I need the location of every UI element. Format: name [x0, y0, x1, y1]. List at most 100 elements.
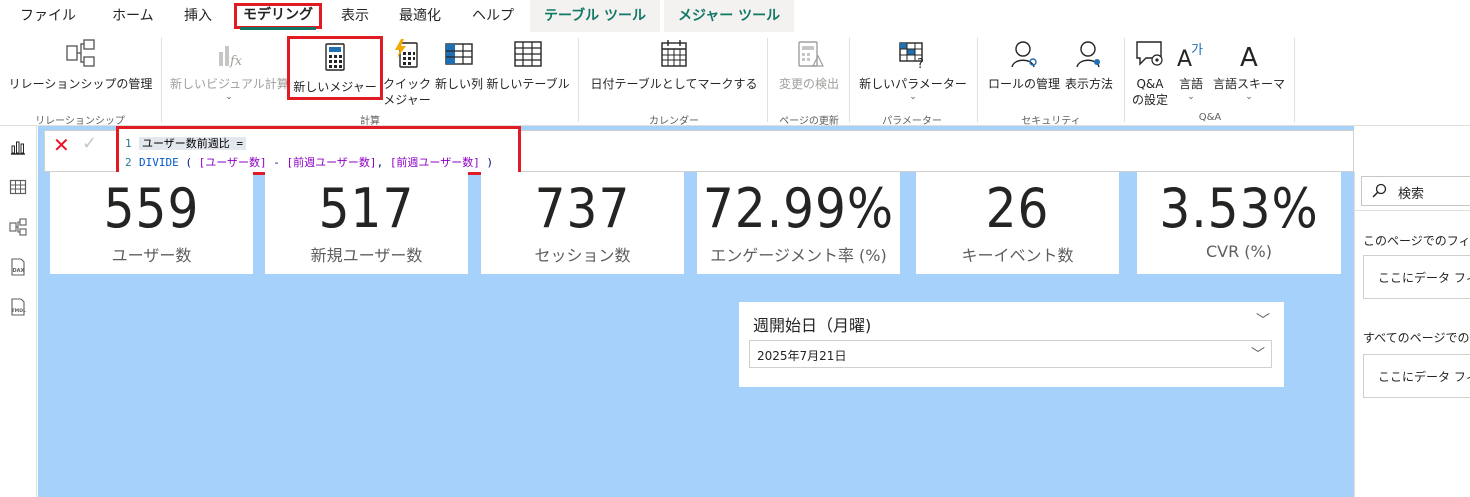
- tab-file[interactable]: ファイル: [20, 4, 76, 30]
- dax-query-view-icon[interactable]: DAX: [9, 258, 27, 276]
- quick-measure-icon: [395, 39, 418, 68]
- svg-text:A: A: [1240, 43, 1258, 70]
- new-parameter-label: 新しいパラメーター: [859, 77, 967, 91]
- new-column-icon: [445, 43, 473, 65]
- manage-roles-button[interactable]: ロールの管理: [986, 38, 1062, 92]
- new-visual-calc-button[interactable]: fx 新しいビジュアル計算 ⌄: [170, 38, 289, 102]
- code-line-1: 1 ユーザー数前週比 =: [125, 135, 247, 151]
- this-page-filters-header: このページでのフィ: [1363, 234, 1470, 248]
- chevron-down-icon: ⌄: [909, 92, 917, 102]
- chevron-down-icon: ⌄: [1245, 92, 1253, 102]
- ribbon-divider: [767, 38, 768, 122]
- search-icon: [1372, 183, 1387, 198]
- change-detection-button[interactable]: 変更の検出: [776, 38, 842, 92]
- week-start-slicer[interactable]: 週開始日（月曜) ﹀ 2025年7月21日 ﹀: [739, 302, 1284, 387]
- quick-measure-label-2: メジャー: [383, 93, 431, 107]
- kpi-card-cvr[interactable]: 3.53% CVR (%): [1137, 172, 1341, 274]
- chevron-down-icon: ﹀: [1251, 347, 1265, 363]
- group-page-refresh: ページの更新: [779, 116, 839, 127]
- tab-measure-tools[interactable]: メジャー ツール: [664, 0, 795, 32]
- slicer-selected-value: 2025年7月21日: [757, 349, 847, 363]
- linguistic-schema-icon: A: [1240, 43, 1258, 70]
- ribbon: リレーションシップの管理 リレーションシップ fx 新しいビジュアル計算 ⌄ 新…: [0, 32, 1470, 127]
- this-page-filter-drop-zone[interactable]: ここにデータ フィ: [1363, 255, 1470, 299]
- table-view-icon[interactable]: [9, 178, 27, 196]
- kpi-label: 新規ユーザー数: [310, 246, 423, 265]
- group-relationship: リレーションシップ: [35, 116, 125, 127]
- tab-view[interactable]: 表示: [341, 4, 369, 30]
- measure-definition: ユーザー数前週比 =: [139, 137, 247, 150]
- new-table-icon: [514, 41, 542, 67]
- chevron-down-icon: ⌄: [225, 92, 233, 102]
- commit-formula-icon[interactable]: ✓: [82, 133, 97, 154]
- svg-text:fx: fx: [229, 54, 243, 69]
- manage-roles-icon: [1011, 41, 1037, 68]
- filter-search-input[interactable]: 検索: [1361, 176, 1470, 206]
- manage-roles-label: ロールの管理: [987, 77, 1060, 91]
- new-parameter-button[interactable]: ? 新しいパラメーター ⌄: [858, 38, 968, 102]
- cancel-formula-icon[interactable]: ✕: [53, 133, 70, 157]
- kpi-card-users[interactable]: 559 ユーザー数: [50, 172, 253, 274]
- tab-home[interactable]: ホーム: [112, 4, 154, 30]
- visual-calc-icon: fx: [219, 46, 243, 69]
- slicer-dropdown[interactable]: 2025年7月21日 ﹀: [749, 340, 1272, 368]
- chevron-down-icon[interactable]: ﹀: [1256, 310, 1270, 330]
- language-button[interactable]: A 가 言語 ⌄: [1174, 38, 1208, 102]
- new-measure-label: 新しいメジャー: [293, 80, 377, 94]
- view-as-button[interactable]: 表示方法: [1062, 38, 1116, 92]
- linguistic-schema-button[interactable]: A 言語スキーマ ⌄: [1212, 38, 1286, 102]
- line-number: 2: [125, 156, 132, 169]
- new-column-label: 新しい列: [434, 77, 483, 91]
- formula-editor[interactable]: 1 ユーザー数前週比 = 2 DIVIDE ( [ユーザー数] - [前週ユーザー数…: [116, 126, 521, 175]
- kpi-value: 3.53%: [1159, 177, 1319, 240]
- kpi-card-sessions[interactable]: 737 セッション数: [481, 172, 684, 274]
- manage-relationships-button[interactable]: リレーションシップの管理: [8, 38, 153, 92]
- group-calendar: カレンダー: [649, 116, 699, 127]
- quick-measure-button[interactable]: クイック メジャー: [382, 38, 432, 108]
- tab-modeling[interactable]: モデリング: [234, 3, 322, 30]
- ribbon-divider: [578, 38, 579, 122]
- mark-as-date-table-label: 日付テーブルとしてマークする: [590, 77, 758, 91]
- new-measure-button[interactable]: 新しいメジャー: [287, 36, 383, 100]
- kpi-label: キーイベント数: [961, 246, 1074, 265]
- qa-setup-label-1: Q&A: [1136, 77, 1164, 91]
- kpi-card-key-events[interactable]: 26 キーイベント数: [916, 172, 1119, 274]
- tab-optimize[interactable]: 最適化: [399, 4, 441, 30]
- view-as-label: 表示方法: [1064, 77, 1113, 91]
- qa-setup-label-2: の設定: [1131, 93, 1168, 107]
- new-table-label: 新しいテーブル: [486, 77, 570, 91]
- measure-ref-prev-users: [前週ユーザー数]: [286, 156, 377, 169]
- kpi-label: ユーザー数: [111, 246, 192, 265]
- svg-text:DAX: DAX: [13, 268, 25, 274]
- all-pages-filters-header: すべてのページでの: [1363, 331, 1470, 345]
- new-visual-calc-label: 新しいビジュアル計算: [170, 77, 289, 91]
- tab-help[interactable]: ヘルプ: [472, 4, 514, 30]
- tab-insert[interactable]: 挿入: [184, 4, 212, 30]
- tab-table-tools[interactable]: テーブル ツール: [530, 0, 661, 32]
- kpi-value: 737: [534, 177, 631, 240]
- new-column-button[interactable]: 新しい列: [432, 38, 486, 92]
- model-view-icon[interactable]: [9, 218, 27, 236]
- comma: ,: [376, 156, 390, 169]
- measure-ref-prev-users-denominator: [前週ユーザー数]: [389, 156, 480, 169]
- new-table-button[interactable]: 新しいテーブル: [486, 38, 570, 92]
- all-pages-filter-drop-zone[interactable]: ここにデータ フィ: [1363, 354, 1470, 398]
- filter-pane-divider: [1354, 210, 1470, 211]
- ribbon-divider: [1294, 38, 1295, 122]
- kpi-card-engagement-rate[interactable]: 72.99% エンゲージメント率 (%): [697, 172, 900, 274]
- qa-setup-button[interactable]: Q&A の設定: [1130, 38, 1170, 108]
- view-rail: DAX TMDL: [0, 126, 37, 497]
- ribbon-divider: [1124, 38, 1125, 122]
- measure-ref-users: [ユーザー数]: [198, 156, 267, 169]
- linguistic-schema-label: 言語スキーマ: [1212, 77, 1285, 91]
- report-view-icon[interactable]: [9, 138, 27, 156]
- kpi-card-new-users[interactable]: 517 新規ユーザー数: [265, 172, 468, 274]
- kpi-label: セッション数: [534, 246, 631, 265]
- group-security: セキュリティ: [1021, 116, 1081, 127]
- calendar-icon: [661, 40, 687, 67]
- drop-zone-text: ここにデータ フィ: [1378, 370, 1470, 384]
- tmdl-view-icon[interactable]: TMDL: [9, 298, 27, 316]
- qa-setup-icon: [1136, 41, 1163, 66]
- ribbon-divider: [977, 38, 978, 122]
- mark-as-date-table-button[interactable]: 日付テーブルとしてマークする: [590, 38, 758, 92]
